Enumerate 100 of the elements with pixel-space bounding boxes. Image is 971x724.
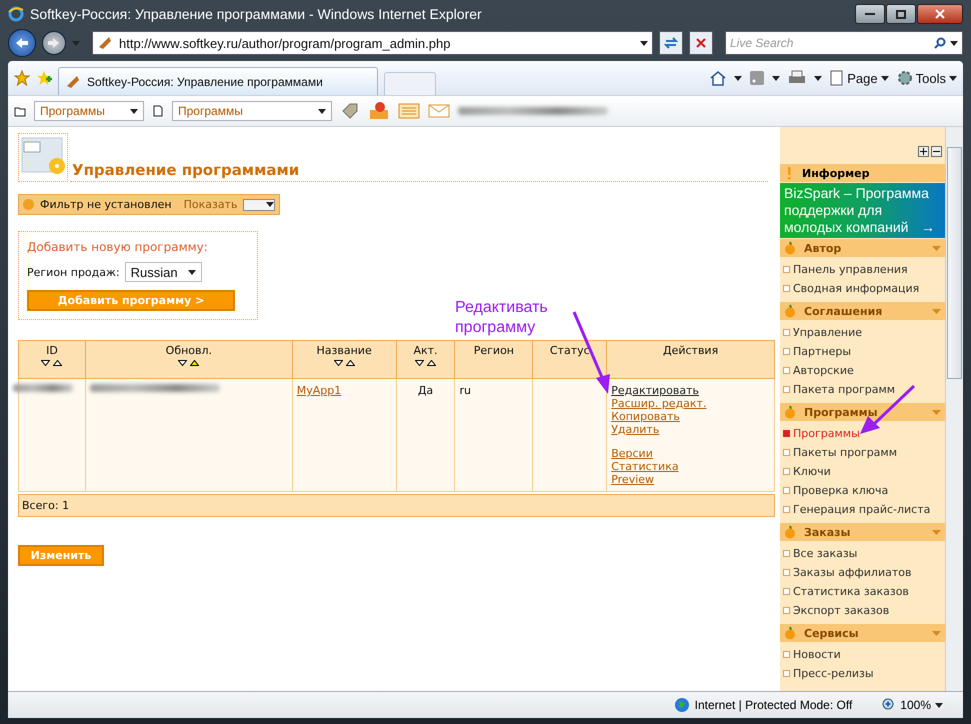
sidebar-item[interactable]: Программы (783, 424, 945, 443)
caret-icon[interactable] (130, 108, 138, 114)
sidebar-section-header[interactable]: Автор (780, 239, 945, 257)
refresh-icon[interactable] (664, 36, 678, 50)
forward-button[interactable] (42, 31, 66, 55)
gear-icon[interactable] (896, 70, 913, 86)
sort-ascending-icon[interactable] (346, 360, 355, 366)
page-caret-icon[interactable] (880, 76, 889, 80)
site-dropdown[interactable]: Программы (34, 101, 144, 121)
search-icon[interactable] (934, 37, 946, 49)
annotation-text: Редактивать программу (455, 298, 549, 338)
fruit-icon (784, 405, 796, 419)
show-dropdown[interactable] (243, 198, 276, 210)
region-caret-icon[interactable] (188, 270, 196, 274)
back-button[interactable] (8, 29, 36, 57)
region-label: Регион продаж: (27, 266, 120, 278)
browser-tab[interactable]: Softkey-Россия: Управление программами (58, 67, 378, 95)
scrollbar[interactable] (945, 127, 963, 691)
column-header[interactable]: ID (18, 340, 86, 378)
sidebar-section-header[interactable]: Соглашения (780, 302, 945, 320)
sidebar-item[interactable]: Проверка ключа (783, 481, 945, 500)
sidebar-item[interactable]: Пресс-релизы (783, 664, 945, 683)
add-favorite-icon[interactable] (36, 70, 52, 86)
caret-icon[interactable] (318, 108, 326, 114)
sidebar-item[interactable]: Генерация прайс-листа (783, 500, 945, 519)
column-header[interactable]: Обновл. (85, 340, 292, 378)
address-field[interactable]: http://www.softkey.ru/author/program/program_admin.php (92, 31, 653, 55)
stop-icon[interactable] (696, 38, 706, 48)
action-link[interactable]: Удалить (611, 423, 660, 436)
column-header[interactable]: Название (292, 340, 396, 378)
close-icon[interactable] (935, 9, 945, 19)
program-name-link[interactable]: MyApp1 (296, 384, 342, 397)
region-dropdown[interactable]: Russian (124, 262, 202, 282)
action-link[interactable]: Расшир. редакт. (611, 397, 706, 410)
table-footer: Всего: 1 (18, 494, 775, 517)
page-menu[interactable]: Page (830, 70, 889, 86)
action-link[interactable]: Статистика (611, 460, 679, 473)
sidebar-item[interactable]: Новости (783, 645, 945, 664)
sidebar-item[interactable]: Авторские (783, 361, 945, 380)
page-heading: Управление программами (70, 161, 768, 182)
maximize-icon[interactable] (896, 10, 906, 18)
feed-caret-icon[interactable] (772, 76, 780, 80)
action-link[interactable]: Версии (611, 447, 653, 460)
tools-menu[interactable]: Tools (896, 70, 957, 86)
search-box[interactable]: Live Search (725, 31, 963, 55)
folder-icon (14, 105, 26, 117)
sidebar-section-header[interactable]: Сервисы (780, 624, 945, 642)
sidebar-item[interactable]: Заказы аффилиатов (783, 563, 945, 582)
promo-banner[interactable]: BizSpark – Программа поддержки для молодых компаний → (780, 183, 945, 238)
site-dropdown[interactable]: Программы (172, 101, 332, 121)
browser-logo-icon (8, 6, 24, 22)
address-caret-icon[interactable] (640, 40, 648, 46)
sidebar-item[interactable]: Панель управления (783, 260, 945, 279)
action-link[interactable]: Копировать (611, 410, 680, 423)
sort-descending-icon[interactable] (334, 360, 343, 366)
tag-icon[interactable] (340, 101, 360, 121)
filter-status: Фильтр не установлен (40, 198, 172, 211)
sidebar-item[interactable]: Пакеты программ (783, 443, 945, 462)
sidebar-item[interactable]: Экспорт заказов (783, 601, 945, 620)
sort-descending-icon[interactable] (414, 360, 424, 366)
sort-ascending-icon[interactable] (53, 360, 62, 366)
star-icon[interactable] (14, 70, 30, 86)
sort-ascending-icon[interactable] (190, 360, 200, 366)
back-arrow-icon[interactable] (15, 37, 29, 49)
maximize-button[interactable] (886, 4, 916, 24)
tools-caret-icon[interactable] (949, 76, 957, 80)
show-caret-icon[interactable] (266, 202, 274, 207)
sidebar-section-header[interactable]: Заказы (780, 523, 945, 541)
home-icon[interactable] (710, 70, 726, 86)
sidebar-item[interactable]: Сводная информация (783, 279, 945, 298)
show-label: Показать (184, 198, 238, 211)
printer-icon[interactable] (788, 70, 806, 86)
sort-descending-icon[interactable] (178, 360, 188, 366)
action-link[interactable]: Preview (611, 473, 654, 486)
print-caret-icon[interactable] (814, 76, 822, 80)
sidebar-item[interactable]: Все заказы (783, 544, 945, 563)
sidebar-section-header[interactable]: Программы (780, 403, 945, 421)
minimize-icon[interactable] (865, 12, 875, 16)
sidebar-item[interactable]: Ключи (783, 462, 945, 481)
sidebar-item[interactable]: Пакета программ (783, 380, 945, 399)
zoom-icon (882, 698, 896, 712)
sort-descending-icon[interactable] (41, 360, 50, 366)
refresh-button[interactable] (659, 31, 683, 55)
zoom-control[interactable]: 100% (882, 698, 943, 712)
stop-button[interactable] (689, 31, 713, 55)
home-caret-icon[interactable] (734, 76, 742, 80)
sidebar-item[interactable]: Статистика заказов (783, 582, 945, 601)
zoom-caret-icon[interactable] (935, 702, 943, 708)
action-link[interactable]: Редактировать (611, 384, 699, 397)
sidebar-item[interactable]: Управление (783, 323, 945, 342)
column-header: Регион (454, 340, 533, 378)
help-box-icon[interactable] (368, 101, 390, 121)
fruit-icon (784, 626, 796, 640)
status-dot-icon (23, 199, 34, 210)
sidebar-item[interactable]: Партнеры (783, 342, 945, 361)
search-caret-icon[interactable] (950, 40, 958, 46)
column-header[interactable]: Акт. (396, 340, 455, 378)
sort-ascending-icon[interactable] (426, 360, 436, 366)
minimize-button[interactable] (855, 4, 885, 24)
close-button[interactable] (917, 4, 963, 24)
